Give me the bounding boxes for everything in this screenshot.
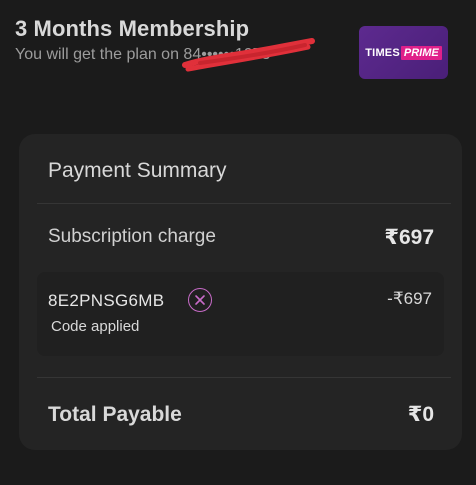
times-prime-logo: TIMES PRIME (359, 26, 448, 79)
total-payable-label: Total Payable (48, 403, 182, 426)
subscription-charge-label: Subscription charge (48, 226, 216, 247)
divider (37, 377, 451, 378)
divider (37, 203, 451, 204)
redaction-scribble (182, 38, 315, 72)
logo-text: TIMES (365, 46, 400, 59)
close-circle-icon[interactable] (188, 288, 212, 312)
payment-summary-card: Payment Summary Subscription charge ₹697… (19, 134, 462, 450)
total-payable-value: ₹0 (407, 403, 434, 426)
payment-summary-title: Payment Summary (48, 159, 227, 182)
coupon-status: Code applied (51, 318, 140, 335)
coupon-code: 8E2PNSG6MB (48, 291, 165, 310)
logo-accent-text: PRIME (400, 45, 442, 60)
plan-subtitle-prefix: You will get the plan on (15, 46, 184, 63)
applied-coupon: 8E2PNSG6MB Code applied -₹697 (37, 272, 444, 356)
coupon-discount: -₹697 (387, 289, 432, 308)
subscription-charge-value: ₹697 (384, 226, 434, 249)
close-icon (195, 295, 205, 305)
payment-summary-screen: 3 Months Membership You will get the pla… (0, 0, 476, 485)
